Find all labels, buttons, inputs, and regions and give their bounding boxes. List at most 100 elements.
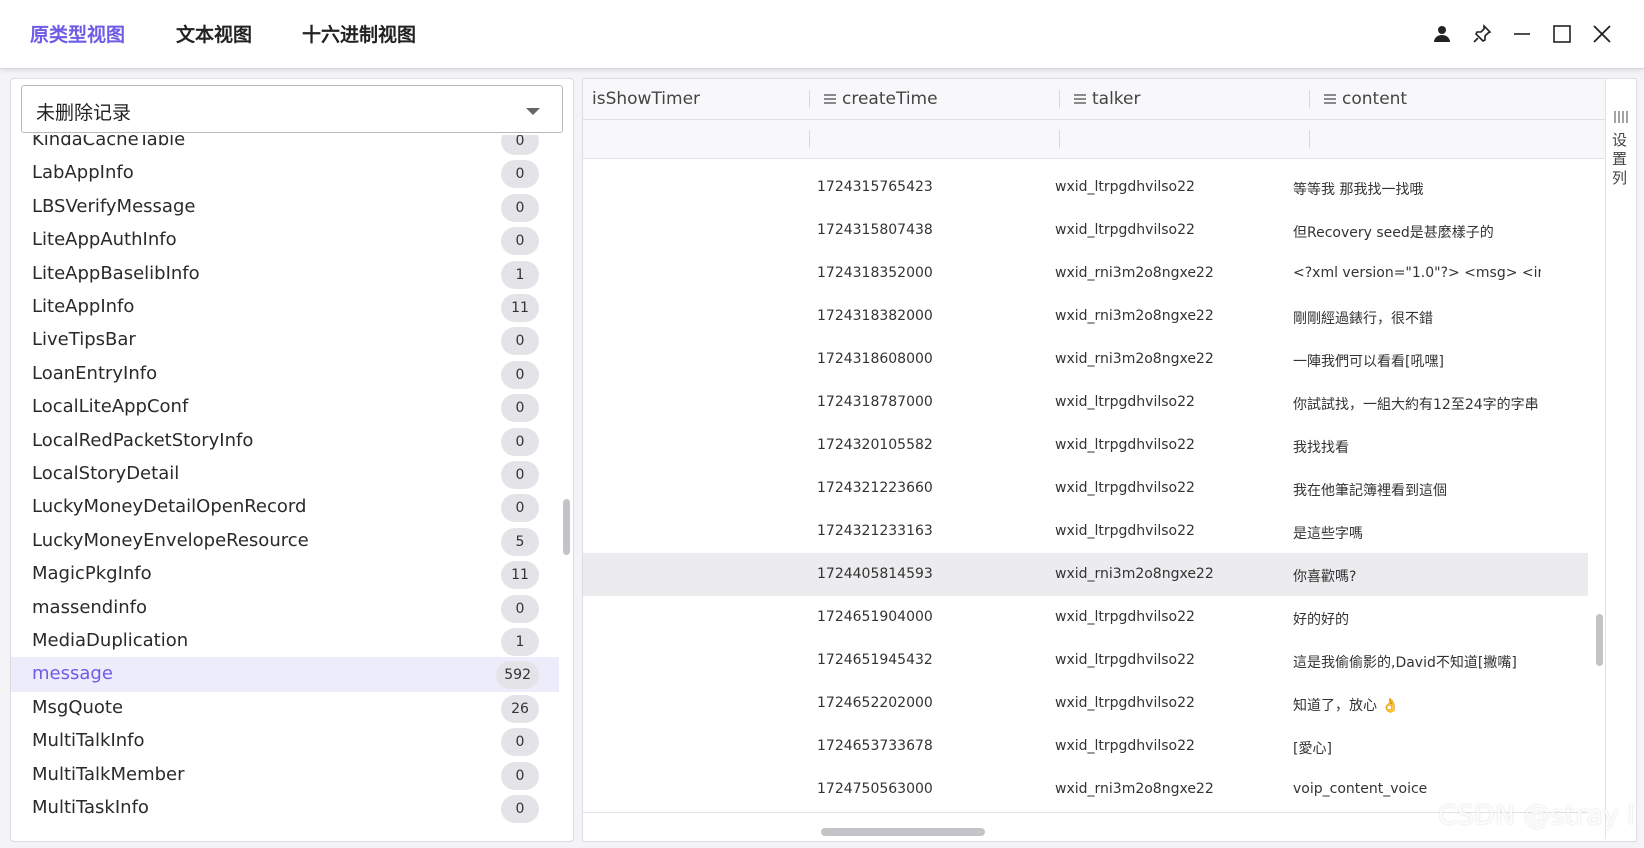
cell-content: voip_content_voice (1293, 781, 1428, 797)
table-list-item[interactable]: massendinfo 0 (11, 591, 559, 626)
table-list-item[interactable]: LocalRedPacketStoryInfo 0 (11, 424, 559, 459)
table-row[interactable]: 1724321223660 wxid_ltrpgdhvilso22 我在他筆記簿裡看… (583, 467, 1588, 512)
table-list-item[interactable]: LiteAppBaselibInfo 1 (11, 257, 559, 292)
table-row[interactable]: 1724318608000 wxid_rni3m2o8ngxe22 一陣我們可以看看… (583, 338, 1588, 383)
tab-raw-type-view[interactable]: 原类型视图 (30, 20, 125, 47)
table-row[interactable]: 1724653733678 wxid_ltrpgdhvilso22 [愛心] (583, 725, 1588, 770)
table-row[interactable]: 1724321233163 wxid_ltrpgdhvilso22 是這些字嗎 (583, 510, 1588, 555)
grid-vertical-scrollbar[interactable] (1596, 614, 1603, 666)
column-divider[interactable] (809, 90, 810, 108)
table-list-item[interactable]: LiteAppAuthInfo 0 (11, 223, 559, 258)
cell-createTime: 1724750563000 (817, 781, 933, 797)
cell-content: 好的好的 (1293, 612, 1349, 628)
cell-content: 這是我偷偷影的,David不知道[撇嘴] (1293, 655, 1517, 671)
table-row[interactable]: 1724318382000 wxid_rni3m2o8ngxe22 剛剛經過錶行，很… (583, 295, 1588, 340)
table-list-item[interactable]: LabAppInfo 0 (11, 156, 559, 191)
table-list-item[interactable]: message 592 (11, 657, 559, 693)
table-row[interactable]: 1724651945432 wxid_ltrpgdhvilso22 這是我偷偷影的,… (583, 639, 1588, 684)
pin-icon[interactable] (1466, 18, 1498, 50)
table-row[interactable]: 1724315807438 wxid_ltrpgdhvilso22 但Recover… (583, 209, 1588, 254)
tab-text-view[interactable]: 文本视图 (176, 20, 252, 47)
maximize-icon[interactable] (1546, 18, 1578, 50)
row-count-badge: 11 (501, 561, 539, 590)
grid-header: isShowTimer createTime talker content (583, 79, 1605, 120)
columns-icon (1614, 111, 1628, 123)
cell-createTime: 1724315807438 (817, 222, 933, 238)
user-icon[interactable] (1426, 18, 1458, 50)
table-list-item[interactable]: LoanEntryInfo 0 (11, 357, 559, 392)
app-window: 原类型视图 文本视图 十六进制视图 未删除记录 KindaCacheTable 0… (0, 0, 1644, 848)
table-name: message (32, 663, 113, 685)
column-header-content[interactable]: content (1324, 89, 1407, 109)
cell-createTime: 1724318352000 (817, 265, 933, 281)
row-count-badge: 1 (501, 628, 539, 656)
table-list-item[interactable]: LiveTipsBar 0 (11, 323, 559, 358)
cell-talker: wxid_rni3m2o8ngxe22 (1055, 265, 1214, 281)
table-list-item[interactable]: LuckyMoneyEnvelopeResource 5 (11, 524, 559, 559)
cell-content: 剛剛經過錶行，很不錯 (1293, 311, 1433, 327)
table-row[interactable]: 1724405814593 wxid_rni3m2o8ngxe22 你喜歡嗎? (583, 553, 1588, 598)
cell-createTime: 1724321223660 (817, 480, 933, 496)
table-list-scrollbar[interactable] (563, 499, 570, 555)
title-bar: 原类型视图 文本视图 十六进制视图 (0, 0, 1644, 69)
table-list-item[interactable]: MultiTalkMember 0 (11, 758, 559, 793)
cell-talker: wxid_rni3m2o8ngxe22 (1055, 781, 1214, 797)
cell-createTime: 1724318608000 (817, 351, 933, 367)
cell-talker: wxid_ltrpgdhvilso22 (1055, 652, 1195, 668)
table-row[interactable]: 1724651904000 wxid_ltrpgdhvilso22 好的好的 (583, 596, 1588, 641)
cell-talker: wxid_rni3m2o8ngxe22 (1055, 566, 1214, 582)
table-name: LocalLiteAppConf (32, 396, 189, 418)
row-count-badge: 0 (501, 795, 539, 823)
column-menu-icon (1074, 94, 1086, 104)
row-count-badge: 5 (501, 527, 539, 556)
cell-talker: wxid_rni3m2o8ngxe22 (1055, 308, 1214, 324)
table-list-item[interactable]: KindaCacheTable 0 (11, 135, 559, 158)
column-header-talker[interactable]: talker (1074, 89, 1141, 109)
row-count-badge: 0 (501, 360, 539, 389)
record-filter-select[interactable]: 未删除记录 (21, 85, 563, 133)
table-list-item[interactable]: MagicPkgInfo 11 (11, 557, 559, 592)
column-header-isShowTimer[interactable]: isShowTimer (592, 89, 700, 109)
cell-createTime: 1724651904000 (817, 609, 933, 625)
cell-content: 一陣我們可以看看[吼嘿] (1293, 354, 1444, 370)
table-name: LBSVerifyMessage (32, 195, 196, 217)
column-settings-sidebar[interactable]: 设置列 (1605, 79, 1636, 839)
watermark: CSDN @stray l (1438, 800, 1635, 831)
table-name: massendinfo (32, 596, 147, 618)
column-divider[interactable] (1059, 90, 1060, 108)
table-list-item[interactable]: MsgQuote 26 (11, 691, 559, 726)
cell-talker: wxid_ltrpgdhvilso22 (1055, 609, 1195, 625)
table-name: LiteAppAuthInfo (32, 229, 177, 251)
cell-createTime: 1724653733678 (817, 738, 933, 754)
table-name: LocalStoryDetail (32, 463, 180, 484)
table-row[interactable]: 1724652202000 wxid_ltrpgdhvilso22 知道了，放心 👌 (583, 682, 1588, 727)
cell-createTime: 1724315765423 (817, 179, 933, 195)
close-icon[interactable] (1586, 18, 1618, 50)
table-list-item[interactable]: MultiTalkInfo 0 (11, 724, 559, 759)
table-row[interactable]: 1724315765423 wxid_ltrpgdhvilso22 等等我 那我找一… (583, 166, 1588, 211)
row-count-badge: 0 (501, 135, 539, 155)
column-divider[interactable] (1309, 90, 1310, 108)
tab-hex-view[interactable]: 十六进制视图 (302, 20, 416, 47)
table-list-item[interactable]: LBSVerifyMessage 0 (11, 190, 559, 225)
table-name: LocalRedPacketStoryInfo (32, 429, 254, 451)
grid-horizontal-scrollbar[interactable] (821, 828, 985, 836)
data-grid-panel: isShowTimer createTime talker content 17… (582, 78, 1637, 842)
column-header-createTime[interactable]: createTime (824, 89, 938, 109)
cell-talker: wxid_ltrpgdhvilso22 (1055, 738, 1195, 754)
table-list-item[interactable]: LocalLiteAppConf 0 (11, 390, 559, 425)
minimize-icon[interactable] (1506, 18, 1538, 50)
table-row[interactable]: 1724318787000 wxid_ltrpgdhvilso22 你試試找，一組大… (583, 381, 1588, 426)
table-list-item[interactable]: MediaDuplication 1 (11, 624, 559, 659)
table-list-item[interactable]: LocalStoryDetail 0 (11, 457, 559, 492)
cell-createTime: 1724321233163 (817, 523, 933, 539)
table-name: MsgQuote (32, 696, 124, 718)
table-list-item[interactable]: LiteAppInfo 11 (11, 290, 559, 325)
cell-content: 等等我 那我找一找哦 (1293, 182, 1424, 198)
table-name: LiteAppInfo (32, 296, 135, 317)
table-row[interactable]: 1724320105582 wxid_ltrpgdhvilso22 我找找看 (583, 424, 1588, 469)
table-list-item[interactable]: MultiTaskInfo 0 (11, 791, 559, 826)
row-count-badge: 592 (496, 661, 539, 690)
table-row[interactable]: 1724318352000 wxid_rni3m2o8ngxe22 <?xml ve… (583, 252, 1588, 297)
table-list-item[interactable]: LuckyMoneyDetailOpenRecord 0 (11, 490, 559, 525)
